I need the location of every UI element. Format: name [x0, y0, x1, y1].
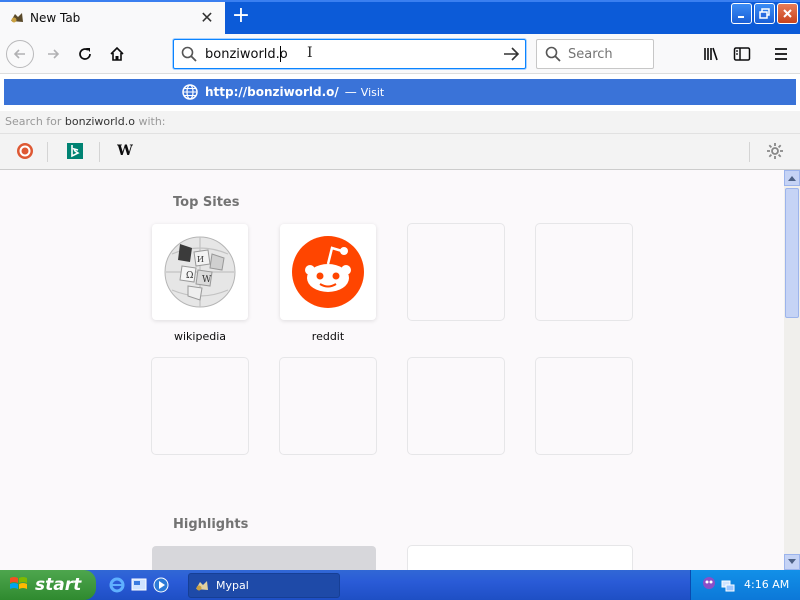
svg-text:W: W — [202, 275, 212, 285]
svg-text:Ω: Ω — [186, 271, 193, 281]
sidebar-button[interactable] — [728, 40, 756, 68]
highlight-card[interactable] — [152, 546, 376, 570]
forward-button[interactable] — [39, 40, 67, 68]
tab-bar: New Tab ✕ + — [0, 0, 800, 34]
home-icon — [110, 46, 124, 61]
window-controls — [731, 3, 798, 24]
reddit-icon — [292, 236, 364, 308]
search-with-label: Search for bonziworld.o with: — [0, 111, 800, 133]
autocomplete-separator: — — [344, 85, 357, 99]
library-icon — [704, 47, 718, 61]
engine-separator — [99, 142, 100, 162]
globe-icon — [181, 83, 199, 101]
url-input[interactable]: bonziworld.o — [205, 47, 288, 62]
top-site-empty-slot — [280, 358, 376, 454]
close-button[interactable] — [777, 3, 798, 24]
go-arrow-icon[interactable] — [501, 44, 521, 67]
autocomplete-popup: http://bonziworld.o/ — Visit Search for … — [0, 75, 800, 170]
top-site-label: reddit — [311, 330, 345, 343]
top-site-tile-wikipedia[interactable]: Ω W И — [152, 224, 248, 320]
search-settings-gear-icon[interactable] — [764, 140, 786, 162]
engine-separator — [47, 142, 48, 162]
bing-icon[interactable] — [64, 140, 86, 162]
reload-button[interactable] — [71, 40, 99, 68]
wikipedia-icon[interactable]: W — [114, 140, 136, 162]
ibeam-cursor-icon: I — [307, 45, 313, 61]
scroll-up-arrow-icon[interactable] — [784, 170, 800, 186]
system-tray: 4:16 AM — [690, 570, 800, 600]
engine-separator — [749, 142, 750, 162]
svg-text:И: И — [197, 255, 204, 264]
hamburger-menu-icon — [775, 48, 787, 60]
maximize-button[interactable] — [754, 3, 775, 24]
taskbar-item-label: Mypal — [216, 579, 249, 592]
top-site-empty-slot — [536, 358, 632, 454]
taskbar: start Mypal 4:16 AM — [0, 570, 800, 600]
tab-title: New Tab — [30, 11, 81, 25]
start-label: start — [35, 575, 82, 595]
tab-new-tab[interactable]: New Tab ✕ — [0, 2, 225, 34]
menu-button[interactable] — [767, 40, 795, 68]
sidebar-icon — [733, 47, 751, 61]
search-placeholder: Search — [568, 47, 613, 62]
top-site-empty-slot — [536, 224, 632, 320]
search-bar[interactable]: Search — [536, 39, 654, 69]
show-desktop-icon[interactable] — [130, 576, 148, 594]
bonzi-tray-icon[interactable] — [701, 576, 717, 597]
top-site-empty-slot — [408, 358, 504, 454]
start-button[interactable]: start — [0, 570, 96, 600]
forward-arrow-icon — [48, 49, 60, 59]
top-site-tile-reddit[interactable] — [280, 224, 376, 320]
search-icon — [181, 46, 197, 65]
internet-explorer-icon[interactable] — [108, 576, 126, 594]
highlight-card[interactable] — [408, 546, 632, 570]
search-term: bonziworld.o — [64, 115, 135, 128]
back-button[interactable] — [6, 40, 34, 68]
mypal-favicon-icon — [9, 10, 25, 26]
back-arrow-icon — [13, 49, 25, 59]
taskbar-item-mypal[interactable]: Mypal — [188, 573, 340, 598]
top-site-empty-slot — [152, 358, 248, 454]
media-player-icon[interactable] — [152, 576, 170, 594]
top-sites-title: Top Sites — [173, 195, 240, 210]
one-off-search-engines: W — [0, 133, 800, 169]
scroll-down-arrow-icon[interactable] — [784, 554, 800, 570]
autocomplete-url: http://bonziworld.o/ — [205, 85, 339, 99]
vertical-scrollbar[interactable] — [784, 170, 800, 570]
scrollbar-thumb[interactable] — [785, 188, 799, 318]
minimize-button[interactable] — [731, 3, 752, 24]
top-site-label: wikipedia — [173, 330, 226, 343]
mypal-app-icon — [194, 578, 210, 594]
nav-bar: bonziworld.o I Search — [0, 34, 800, 74]
new-tab-page: Top Sites Ω W И wikipedia reddit Highlig… — [0, 170, 784, 570]
network-tray-icon[interactable] — [720, 577, 736, 596]
windows-logo-icon — [9, 575, 29, 596]
home-button[interactable] — [103, 40, 131, 68]
search-icon — [545, 46, 561, 65]
wikipedia-globe-icon: Ω W И — [164, 236, 236, 308]
autocomplete-visit-row[interactable]: http://bonziworld.o/ — Visit — [4, 79, 796, 105]
duckduckgo-icon[interactable] — [14, 140, 36, 162]
autocomplete-action: Visit — [360, 85, 385, 99]
highlights-title: Highlights — [173, 517, 249, 532]
search-with-suffix: with: — [138, 115, 166, 128]
url-bar[interactable]: bonziworld.o I — [173, 39, 526, 69]
new-tab-button[interactable]: + — [230, 5, 252, 28]
tab-close-icon[interactable]: ✕ — [199, 10, 215, 26]
top-site-empty-slot — [408, 224, 504, 320]
reload-icon — [79, 48, 91, 60]
library-button[interactable] — [697, 40, 725, 68]
clock: 4:16 AM — [744, 578, 790, 591]
text-caret — [280, 46, 281, 62]
search-for-prefix: Search for — [5, 115, 62, 128]
